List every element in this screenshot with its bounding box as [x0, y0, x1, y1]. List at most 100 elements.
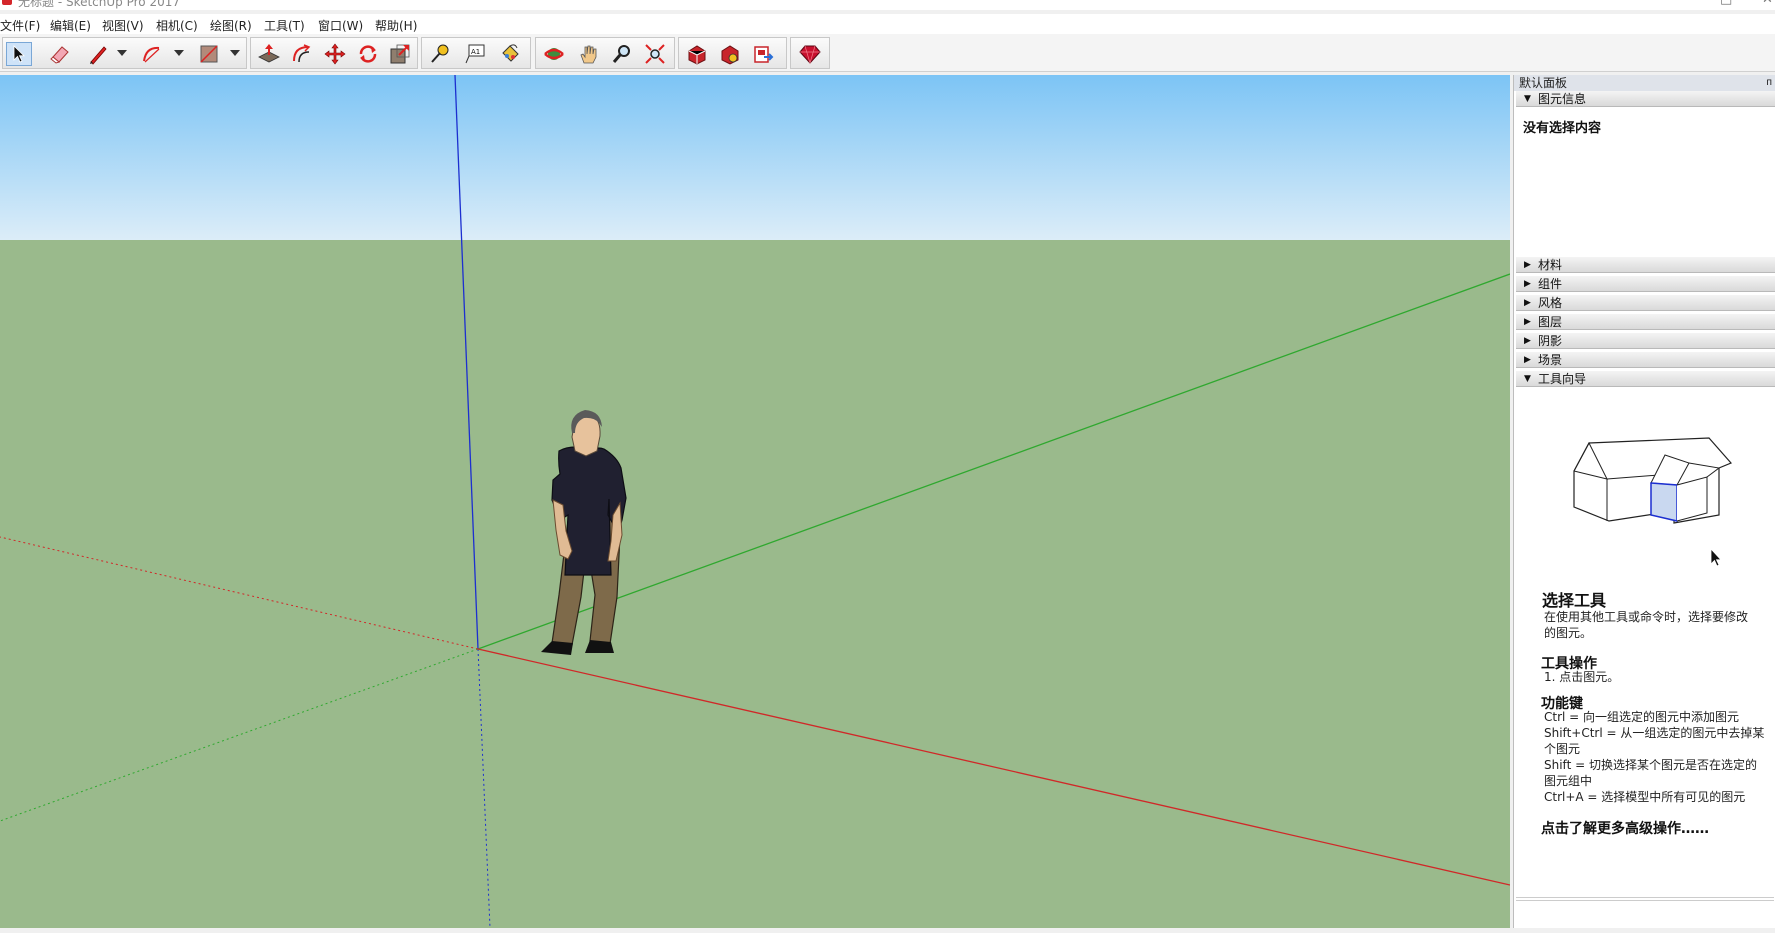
pan-icon — [580, 45, 597, 64]
section-shadows[interactable]: ▶ 阴影 — [1516, 333, 1775, 349]
toolbar-group-construction: A1 — [421, 37, 531, 69]
tape-measure-tool-button[interactable] — [427, 42, 453, 66]
menu-edit[interactable]: 编辑(E) — [50, 17, 91, 34]
instructor-advanced-link[interactable]: 点击了解更多高级操作…… — [1541, 818, 1709, 838]
collapse-arrow-icon: ▼ — [1524, 94, 1531, 104]
instructor-key-shift-ctrl-cont: 个图元 — [1544, 742, 1581, 756]
expand-arrow-icon: ▶ — [1524, 336, 1531, 346]
toolbar: A1 — [0, 34, 1775, 72]
instructor-key-shift-ctrl: Shift+Ctrl = 从一组选定的图元中去掉某 — [1544, 726, 1765, 740]
send-to-layout-button[interactable] — [750, 42, 776, 66]
instructor-description-line2: 的图元。 — [1544, 626, 1593, 640]
pan-tool-button[interactable] — [576, 42, 602, 66]
menu-window[interactable]: 窗口(W) — [318, 17, 363, 34]
menu-camera[interactable]: 相机(C) — [156, 17, 198, 34]
instructor-house-illustration — [1573, 437, 1733, 524]
zoom-tool-button[interactable] — [609, 42, 635, 66]
panel-title-label: 默认面板 — [1519, 76, 1568, 90]
panel-resize-splitter[interactable] — [1516, 897, 1774, 901]
extension-warehouse-button[interactable] — [717, 42, 743, 66]
extension-warehouse-icon — [721, 45, 739, 65]
toolbar-group-ruby — [790, 37, 830, 69]
scene-canvas — [0, 75, 1510, 928]
layout-icon — [754, 46, 774, 63]
eraser-tool-button[interactable] — [47, 42, 73, 66]
minimize-button[interactable]: — — [1680, 0, 1693, 7]
section-label: 材料 — [1538, 258, 1563, 272]
instructor-description-line1: 在使用其他工具或命令时，选择要修改 — [1544, 610, 1749, 624]
section-label: 风格 — [1538, 296, 1563, 310]
section-label: 阴影 — [1538, 334, 1563, 348]
maximize-button[interactable]: □ — [1720, 0, 1732, 7]
move-tool-button[interactable] — [322, 42, 348, 66]
section-scenes[interactable]: ▶ 场景 — [1516, 352, 1775, 368]
instructor-key-shift-cont: 图元组中 — [1544, 774, 1593, 788]
paint-bucket-icon — [502, 44, 519, 62]
instructor-key-ctrl: Ctrl = 向一组选定的图元中添加图元 — [1544, 710, 1740, 724]
pin-icon[interactable]: ᴨ — [1766, 75, 1772, 91]
section-materials[interactable]: ▶ 材料 — [1516, 257, 1775, 273]
section-label: 图元信息 — [1538, 92, 1587, 106]
push-pull-icon — [258, 44, 280, 63]
toolbar-group-warehouse — [678, 37, 787, 69]
shape-dropdown-arrow[interactable] — [230, 50, 240, 56]
close-button[interactable]: ✕ — [1762, 0, 1773, 7]
toolbar-group-draw — [2, 37, 247, 69]
section-components[interactable]: ▶ 组件 — [1516, 276, 1775, 292]
ruby-console-button[interactable] — [797, 42, 823, 66]
move-icon — [324, 43, 346, 65]
expand-arrow-icon: ▶ — [1524, 317, 1531, 327]
menu-bar: 文件(F) 编辑(E) 视图(V) 相机(C) 绘图(R) 工具(T) 窗口(W… — [0, 14, 1775, 34]
sketchup-logo-icon — [2, 0, 12, 5]
panel-title: 默认面板 ᴨ — [1514, 75, 1775, 91]
line-dropdown-arrow[interactable] — [117, 50, 127, 56]
collapse-arrow-icon: ▼ — [1524, 374, 1531, 384]
tape-measure-icon — [431, 44, 449, 63]
section-label: 场景 — [1538, 353, 1563, 367]
section-label: 组件 — [1538, 277, 1563, 291]
default-tray-panel: 默认面板 ᴨ ▼ 图元信息 没有选择内容 ▶ 材料 ▶ 组件 ▶ 风格 ▶ 图层… — [1513, 75, 1775, 928]
modeling-viewport[interactable] — [0, 75, 1510, 928]
sky — [0, 75, 1510, 240]
select-tool-button[interactable] — [6, 42, 32, 66]
title-bar: 无标题 - SketchUp Pro 2017 — □ ✕ — [0, 0, 1775, 10]
instructor-key-shift: Shift = 切换选择某个图元是否在选定的 — [1544, 758, 1757, 772]
push-pull-tool-button[interactable] — [256, 42, 282, 66]
instructor-tool-name: 选择工具 — [1542, 591, 1607, 610]
eraser-icon — [50, 46, 69, 64]
no-selection-text: 没有选择内容 — [1523, 121, 1602, 136]
menu-file[interactable]: 文件(F) — [0, 17, 40, 34]
paint-bucket-tool-button[interactable] — [497, 42, 523, 66]
line-icon — [90, 46, 107, 65]
rotate-tool-button[interactable] — [355, 42, 381, 66]
offset-tool-button[interactable] — [289, 42, 315, 66]
text-tool-button[interactable]: A1 — [462, 42, 488, 66]
toolbar-group-camera — [535, 37, 675, 69]
scale-tool-button[interactable] — [387, 42, 413, 66]
warehouse-icon — [688, 45, 706, 65]
rectangle-tool-button[interactable] — [196, 42, 222, 66]
cursor-icon — [1710, 548, 1722, 567]
zoom-icon — [612, 45, 630, 63]
3d-warehouse-button[interactable] — [684, 42, 710, 66]
orbit-tool-button[interactable] — [541, 42, 567, 66]
section-instructor[interactable]: ▼ 工具向导 — [1516, 371, 1775, 387]
section-entity-info[interactable]: ▼ 图元信息 — [1516, 91, 1775, 107]
select-icon — [13, 45, 25, 63]
expand-arrow-icon: ▶ — [1524, 298, 1531, 308]
line-tool-button[interactable] — [85, 42, 111, 66]
zoom-extents-tool-button[interactable] — [642, 42, 668, 66]
menu-tools[interactable]: 工具(T) — [264, 17, 305, 34]
section-layers[interactable]: ▶ 图层 — [1516, 314, 1775, 330]
window-title: 无标题 - SketchUp Pro 2017 — [18, 0, 180, 9]
menu-draw[interactable]: 绘图(R) — [210, 17, 252, 34]
menu-view[interactable]: 视图(V) — [102, 17, 144, 34]
menu-help[interactable]: 帮助(H) — [375, 17, 417, 34]
expand-arrow-icon: ▶ — [1524, 355, 1531, 365]
arc-tool-button[interactable] — [140, 42, 166, 66]
section-label: 工具向导 — [1538, 372, 1587, 386]
rectangle-icon — [200, 45, 218, 63]
section-styles[interactable]: ▶ 风格 — [1516, 295, 1775, 311]
arc-dropdown-arrow[interactable] — [174, 50, 184, 56]
svg-text:A1: A1 — [471, 48, 480, 56]
